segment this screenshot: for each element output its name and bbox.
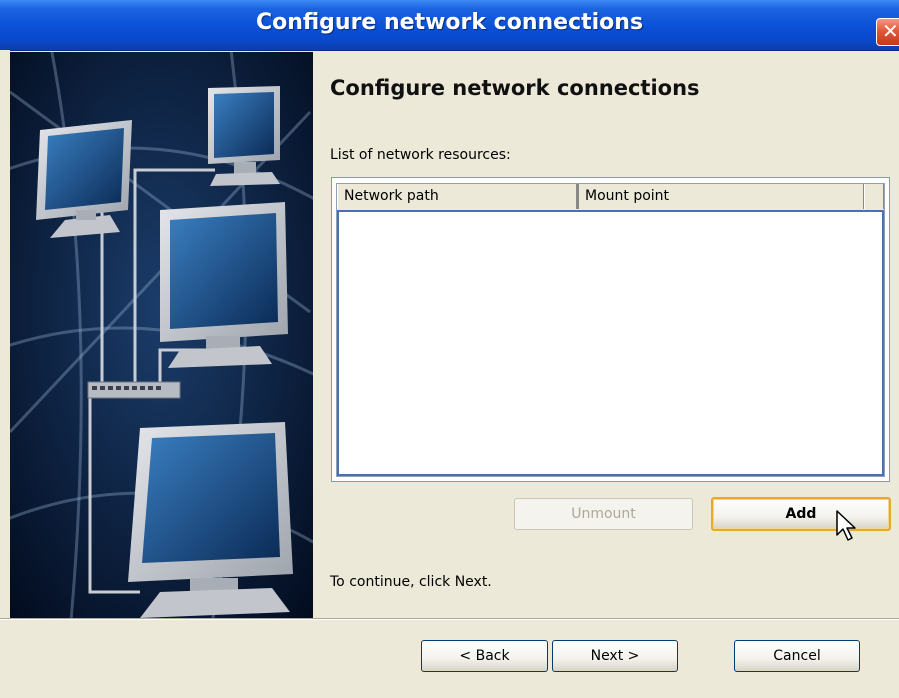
mouse-cursor-icon [836,510,856,541]
next-button-label: Next > [590,648,640,664]
network-switch [87,381,181,399]
add-button[interactable]: Add [711,497,891,531]
column-mount-point[interactable]: Mount point [577,184,864,209]
column-network-path[interactable]: Network path [337,184,577,209]
window-border [0,50,10,698]
close-icon: ✕ [882,19,899,43]
continue-instruction: To continue, click Next. [330,574,492,590]
unmount-button[interactable]: Unmount [514,498,693,530]
list-frame: Network path Mount point [336,183,885,477]
title-bar[interactable]: Configure network connections ✕ [0,0,899,51]
back-button[interactable]: < Back [421,640,548,672]
footer-divider [0,618,899,620]
cancel-button[interactable]: Cancel [734,640,860,672]
column-empty[interactable] [864,184,884,209]
back-button-label: < Back [459,648,510,664]
page-heading: Configure network connections [330,76,700,100]
network-resources-list[interactable]: Network path Mount point [331,177,890,482]
close-button[interactable]: ✕ [876,18,899,46]
list-label: List of network resources: [330,147,511,163]
list-header: Network path Mount point [337,184,884,211]
window-title: Configure network connections [255,10,644,35]
list-body[interactable] [337,210,884,476]
cancel-button-label: Cancel [773,648,821,664]
wizard-illustration [10,52,313,618]
next-button[interactable]: Next > [552,640,678,672]
